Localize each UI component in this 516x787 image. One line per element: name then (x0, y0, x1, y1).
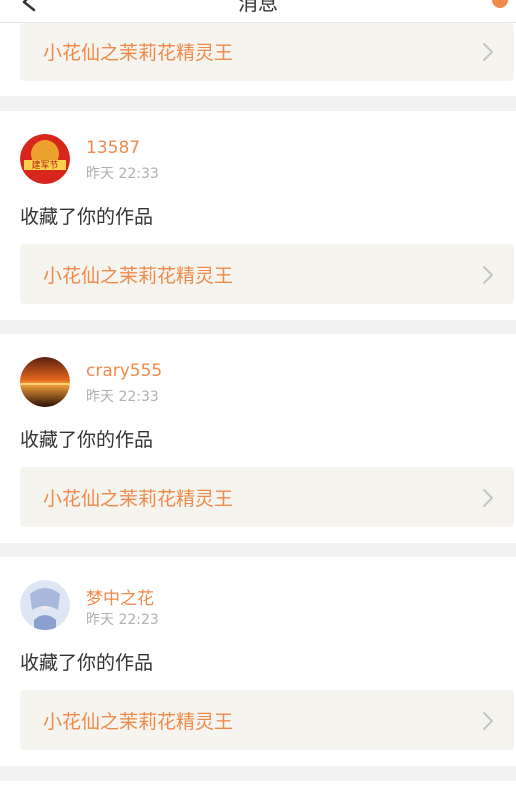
avatar[interactable] (20, 357, 70, 407)
work-title: 小花仙之茉莉花精灵王 (43, 711, 234, 733)
chevron-right-icon (482, 488, 494, 512)
chevron-right-icon (482, 265, 494, 289)
message-item (0, 781, 516, 787)
avatar[interactable]: 建军节 (20, 134, 70, 184)
message-item: 小花仙之茉莉花精灵王 (0, 23, 516, 96)
message-item: crary555 昨天 22:33 收藏了你的作品 小花仙之茉莉花精灵王 (0, 334, 516, 543)
svg-text:建军节: 建军节 (31, 159, 58, 171)
username[interactable]: 梦中之花 (86, 584, 154, 609)
chevron-right-icon (482, 42, 494, 66)
chevron-right-icon (482, 711, 494, 735)
action-text: 收藏了你的作品 (20, 652, 154, 674)
work-title: 小花仙之茉莉花精灵王 (43, 42, 234, 64)
work-link[interactable]: 小花仙之茉莉花精灵王 (20, 23, 514, 81)
work-link[interactable]: 小花仙之茉莉花精灵王 (20, 467, 514, 527)
work-link[interactable]: 小花仙之茉莉花精灵王 (20, 690, 514, 750)
nav-bar: 消息 (0, 0, 516, 23)
work-title: 小花仙之茉莉花精灵王 (43, 488, 234, 510)
action-text: 收藏了你的作品 (20, 429, 154, 451)
avatar[interactable] (20, 580, 70, 630)
username[interactable]: 13587 (86, 138, 140, 158)
timestamp: 昨天 22:23 (86, 612, 159, 628)
page-title: 消息 (238, 0, 278, 15)
message-item: 梦中之花 昨天 22:23 收藏了你的作品 小花仙之茉莉花精灵王 (0, 557, 516, 766)
timestamp: 昨天 22:33 (86, 166, 159, 182)
timestamp: 昨天 22:33 (86, 389, 159, 405)
message-item: 建军节 13587 昨天 22:33 收藏了你的作品 小花仙之茉莉花精灵王 (0, 111, 516, 320)
work-link[interactable]: 小花仙之茉莉花精灵王 (20, 244, 514, 304)
action-text: 收藏了你的作品 (20, 206, 154, 228)
username[interactable]: crary555 (86, 361, 162, 381)
work-title: 小花仙之茉莉花精灵王 (43, 265, 234, 287)
